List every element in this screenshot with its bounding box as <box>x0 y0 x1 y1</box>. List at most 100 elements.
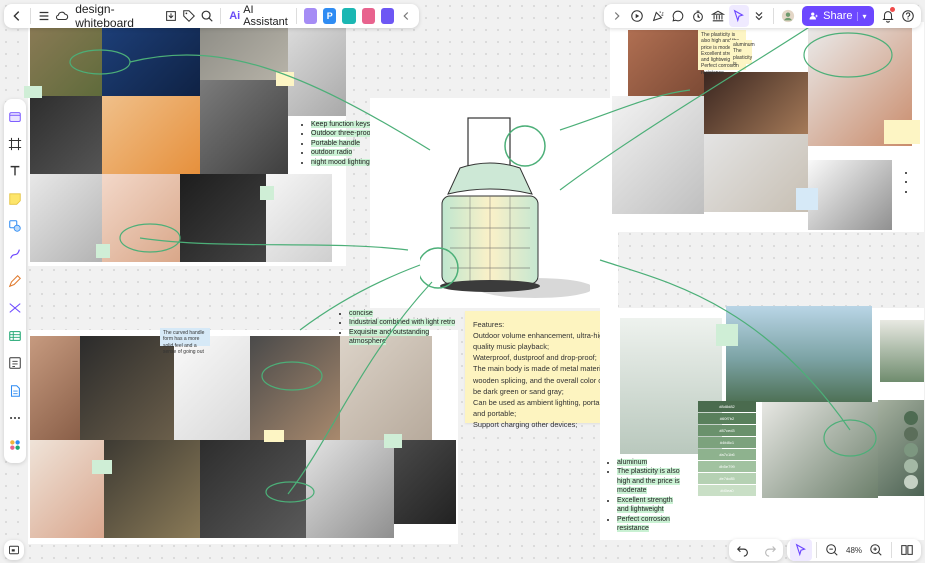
document-title[interactable]: design-whiteboard <box>75 2 156 30</box>
table-icon <box>9 330 21 341</box>
templates-button[interactable] <box>4 106 26 127</box>
avatar-icon <box>781 9 795 23</box>
document-tool[interactable] <box>4 380 26 401</box>
party-icon <box>652 11 664 22</box>
undo-icon <box>736 546 748 557</box>
user-add-icon <box>809 12 818 20</box>
frame-tool[interactable] <box>4 133 26 154</box>
divider <box>773 8 774 24</box>
tag-button[interactable] <box>180 5 198 27</box>
expand-toolbar-button[interactable] <box>607 5 627 27</box>
redo-button[interactable] <box>759 539 781 561</box>
zoom-in-button[interactable] <box>865 539 887 561</box>
export-button[interactable] <box>162 5 180 27</box>
zoom-level[interactable]: 48% <box>846 546 862 555</box>
celebrate-button[interactable] <box>648 5 668 27</box>
search-button[interactable] <box>198 5 216 27</box>
shape-tool[interactable] <box>4 216 26 237</box>
table-tool[interactable] <box>4 325 26 346</box>
connector-tool[interactable] <box>4 243 26 264</box>
share-button[interactable]: Share ▾ <box>802 6 874 26</box>
text-tool[interactable] <box>4 161 26 182</box>
mindmap-tool[interactable] <box>4 298 26 319</box>
left-toolbar <box>4 99 26 463</box>
download-icon <box>166 11 176 21</box>
apps-button[interactable] <box>4 435 26 456</box>
zoom-out-button[interactable] <box>821 539 843 561</box>
plugin-comment-icon[interactable] <box>380 8 394 24</box>
cursor-icon <box>795 543 806 557</box>
connector-icon <box>10 249 20 259</box>
connector-strokes <box>69 19 893 503</box>
zoom-in-icon <box>870 544 882 556</box>
undo-button[interactable] <box>732 539 754 561</box>
redo-icon <box>764 546 776 557</box>
notifications-button[interactable] <box>878 5 898 27</box>
follow-cursor-button[interactable] <box>728 5 749 27</box>
more-button[interactable] <box>749 5 769 27</box>
timer-icon <box>693 10 704 22</box>
pen-tool[interactable] <box>4 270 26 291</box>
double-chevron-down-icon <box>755 12 763 21</box>
document-icon <box>10 384 20 397</box>
comments-button[interactable] <box>668 5 688 27</box>
ai-assistant-label: AI Assistant <box>243 4 288 28</box>
plugin-p-icon[interactable]: P <box>323 8 337 24</box>
select-mode-button[interactable] <box>790 539 812 561</box>
text-list-tool[interactable] <box>4 353 26 374</box>
avatar[interactable] <box>778 5 798 27</box>
more-tools-button[interactable] <box>4 407 26 428</box>
divider <box>891 542 893 558</box>
cursor-icon <box>733 9 744 23</box>
help-button[interactable] <box>898 5 918 27</box>
pen-icon <box>8 275 21 288</box>
ai-assistant-button[interactable]: Ai AI Assistant <box>225 4 292 28</box>
sticky-note-icon <box>9 193 21 205</box>
shapes-icon <box>9 220 21 232</box>
chevron-down-icon: ▾ <box>856 11 867 21</box>
ai-logo-icon: Ai <box>229 10 241 22</box>
minimap-toggle[interactable] <box>4 540 24 560</box>
divider <box>296 8 297 24</box>
present-button[interactable] <box>627 5 647 27</box>
chevron-right-icon <box>614 12 620 20</box>
plugin-shapes-icon[interactable] <box>303 8 318 24</box>
undo-redo-bar <box>729 539 783 561</box>
help-icon <box>902 10 914 22</box>
chevron-left-icon <box>403 12 409 20</box>
tag-icon <box>183 10 196 22</box>
plugin-mindmap-icon[interactable] <box>361 8 375 24</box>
zoom-bar: 48% <box>787 539 921 561</box>
sticky-note-tool[interactable] <box>4 188 26 209</box>
view-mode-button[interactable] <box>896 539 918 561</box>
plugin-flow-icon[interactable] <box>342 8 356 24</box>
divider <box>30 8 31 24</box>
collab-toolbar: Share ▾ <box>604 4 921 28</box>
notification-dot <box>889 7 895 12</box>
more-icon <box>10 416 20 420</box>
templates-icon <box>9 111 21 122</box>
minimap-icon <box>9 545 19 555</box>
zoom-out-icon <box>826 544 838 556</box>
play-icon <box>631 10 644 22</box>
apps-icon <box>10 440 20 451</box>
book-icon <box>901 545 913 555</box>
main-toolbar: design-whiteboard Ai AI Assistant P <box>4 2 419 30</box>
cloud-status[interactable] <box>53 5 71 27</box>
menu-icon <box>39 11 49 21</box>
vote-button[interactable] <box>708 5 728 27</box>
back-button[interactable] <box>8 5 26 27</box>
frame-icon <box>8 137 22 151</box>
timer-button[interactable] <box>688 5 708 27</box>
collapse-toolbar-button[interactable] <box>397 5 415 27</box>
menu-button[interactable] <box>35 5 53 27</box>
divider <box>816 542 817 558</box>
search-icon <box>201 10 214 22</box>
text-icon <box>10 166 20 176</box>
comment-icon <box>672 10 684 22</box>
share-label: Share <box>823 10 853 22</box>
list-icon <box>9 357 21 369</box>
mindmap-icon <box>9 303 21 314</box>
divider <box>220 8 222 24</box>
chevron-left-icon <box>13 11 20 21</box>
